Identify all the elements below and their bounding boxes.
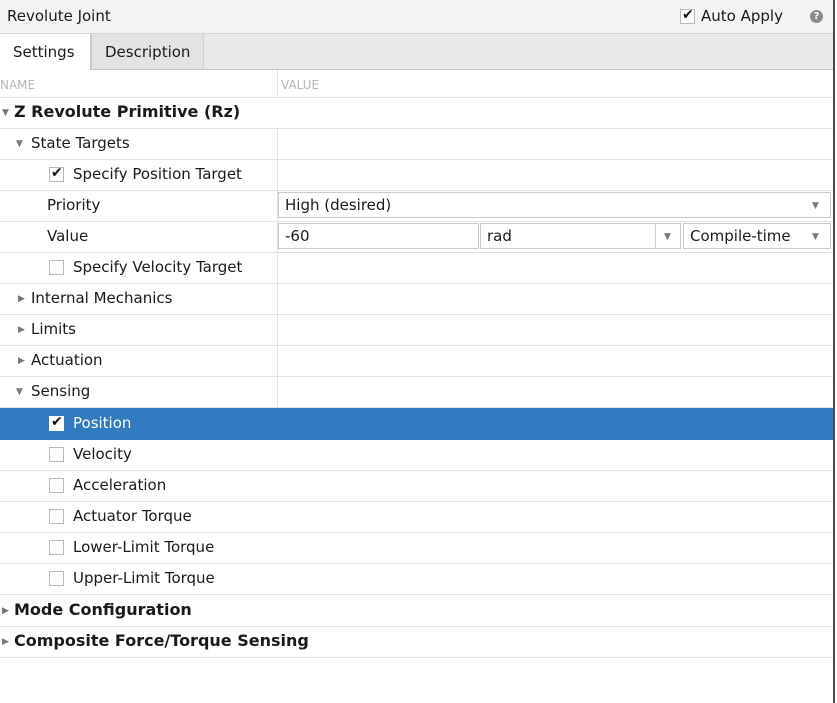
chevron-down-icon: ▼ [664, 232, 671, 242]
tab-settings[interactable]: Settings [0, 34, 91, 70]
name-column-header: NAME [0, 78, 36, 92]
unit-value: rad [487, 227, 512, 245]
compile-time-value: Compile-time [690, 227, 791, 245]
composite-sensing-label: Composite Force/Torque Sensing [14, 631, 309, 650]
auto-apply-label: Auto Apply [701, 7, 783, 25]
expand-arrow-icon[interactable]: ▶ [2, 637, 9, 647]
expand-arrow-icon[interactable]: ▶ [18, 356, 25, 366]
specify-position-checkbox[interactable] [49, 165, 64, 182]
sensing-item-label: Acceleration [73, 476, 167, 494]
title-bar: Revolute Joint Auto Apply ? [0, 0, 833, 34]
tree-row-sensing[interactable]: ▼ Sensing [0, 376, 833, 408]
position-checkbox[interactable] [49, 414, 64, 431]
collapse-arrow-icon[interactable]: ▼ [16, 139, 23, 149]
value-input[interactable]: -60 [278, 223, 479, 249]
expand-arrow-icon[interactable]: ▶ [2, 606, 9, 616]
property-inspector: Revolute Joint Auto Apply ? Settings Des… [0, 0, 835, 703]
state-targets-label: State Targets [31, 134, 130, 152]
value-label: Value [47, 227, 89, 245]
primitive-label: Z Revolute Primitive (Rz) [14, 102, 241, 121]
tree-row-mode-configuration[interactable]: ▶ Mode Configuration [0, 595, 833, 627]
tree-row-composite-sensing[interactable]: ▶ Composite Force/Torque Sensing [0, 626, 833, 658]
tree-row-sensing-acceleration[interactable]: Acceleration [0, 470, 833, 502]
tree-row-sensing-lower-limit-torque[interactable]: Lower-Limit Torque [0, 532, 833, 564]
tree-row-internal-mechanics[interactable]: ▶ Internal Mechanics [0, 283, 833, 315]
priority-label: Priority [47, 196, 101, 214]
actuation-label: Actuation [31, 351, 103, 369]
sensing-item-label: Upper-Limit Torque [73, 569, 215, 587]
sensing-item-label: Position [73, 414, 132, 432]
sensing-item-label: Actuator Torque [73, 507, 192, 525]
velocity-checkbox[interactable] [49, 447, 64, 462]
tab-bar: Settings Description [0, 34, 833, 70]
help-icon[interactable]: ? [810, 10, 823, 23]
sensing-label: Sensing [31, 382, 91, 400]
upper-limit-torque-checkbox[interactable] [49, 571, 64, 586]
specify-velocity-checkbox[interactable] [49, 260, 64, 275]
value-column-header: VALUE [281, 78, 320, 92]
tree-row-priority: Priority High (desired) ▼ [0, 190, 833, 222]
tree-row-limits[interactable]: ▶ Limits [0, 314, 833, 346]
unit-dropdown[interactable]: rad ▼ [480, 223, 681, 249]
column-header: NAME VALUE [0, 70, 833, 98]
column-divider[interactable] [277, 70, 278, 97]
tree-row-primitive[interactable]: ▼ Z Revolute Primitive (Rz) [0, 97, 833, 129]
tree-row-actuation[interactable]: ▶ Actuation [0, 345, 833, 377]
sensing-item-label: Velocity [73, 445, 132, 463]
expand-arrow-icon[interactable]: ▶ [18, 294, 25, 304]
priority-dropdown[interactable]: High (desired) ▼ [278, 192, 831, 218]
chevron-down-icon: ▼ [812, 201, 819, 211]
tree-row-sensing-upper-limit-torque[interactable]: Upper-Limit Torque [0, 563, 833, 595]
sensing-item-label: Lower-Limit Torque [73, 538, 215, 556]
collapse-arrow-icon[interactable]: ▼ [16, 387, 23, 397]
actuator-torque-checkbox[interactable] [49, 509, 64, 524]
specify-position-label: Specify Position Target [73, 165, 242, 183]
tree-row-sensing-actuator-torque[interactable]: Actuator Torque [0, 501, 833, 533]
auto-apply-toggle[interactable]: Auto Apply [680, 7, 783, 25]
specify-velocity-label: Specify Velocity Target [73, 258, 243, 276]
tree-row-state-targets[interactable]: ▼ State Targets [0, 128, 833, 160]
value-number: -60 [285, 227, 310, 245]
collapse-arrow-icon[interactable]: ▼ [2, 108, 9, 118]
tree-row-specify-position[interactable]: Specify Position Target [0, 159, 833, 191]
lower-limit-torque-checkbox[interactable] [49, 540, 64, 555]
tree-row-specify-velocity[interactable]: Specify Velocity Target [0, 252, 833, 284]
tree-row-value: Value -60 rad ▼ Compile-time ▼ [0, 221, 833, 253]
tree-row-sensing-position[interactable]: Position [0, 408, 833, 440]
tab-description[interactable]: Description [91, 34, 205, 69]
window-title: Revolute Joint [7, 7, 111, 25]
internal-mechanics-label: Internal Mechanics [31, 289, 173, 307]
compile-time-dropdown[interactable]: Compile-time ▼ [683, 223, 831, 249]
acceleration-checkbox[interactable] [49, 478, 64, 493]
priority-value: High (desired) [285, 196, 392, 214]
limits-label: Limits [31, 320, 76, 338]
mode-configuration-label: Mode Configuration [14, 600, 192, 619]
expand-arrow-icon[interactable]: ▶ [18, 325, 25, 335]
auto-apply-checkbox[interactable] [680, 7, 695, 24]
chevron-down-icon: ▼ [812, 232, 819, 242]
tree-row-sensing-velocity[interactable]: Velocity [0, 439, 833, 471]
